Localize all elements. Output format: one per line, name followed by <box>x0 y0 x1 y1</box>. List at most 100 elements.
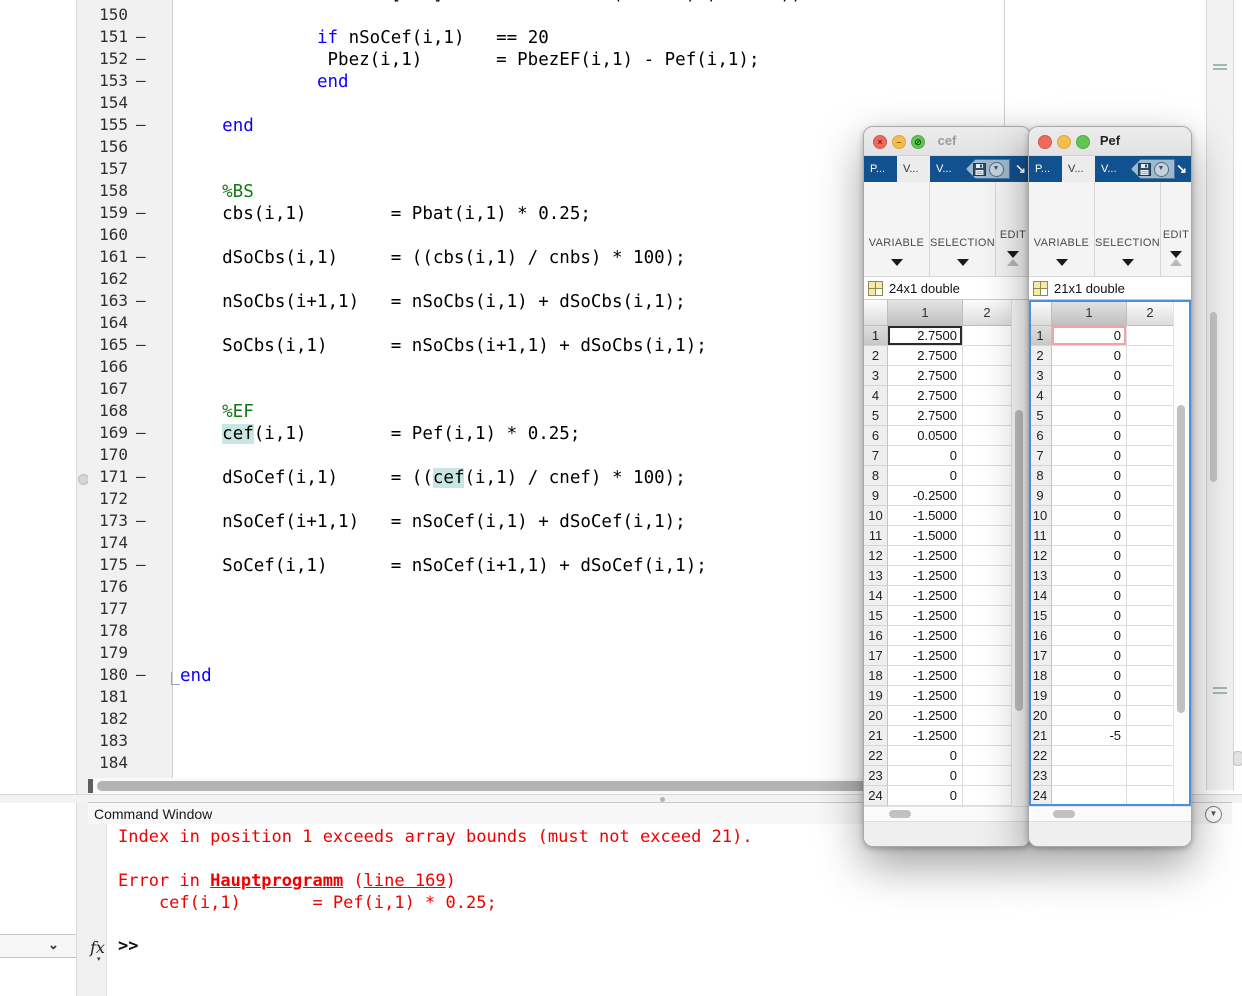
cell[interactable] <box>963 526 1011 546</box>
gutter-line[interactable]: 150 <box>88 5 172 27</box>
cell[interactable]: 2.7500 <box>888 326 963 346</box>
cell[interactable] <box>963 646 1011 666</box>
cell[interactable]: -1.5000 <box>888 526 963 546</box>
tab-variable[interactable]: V... <box>897 156 930 182</box>
cell[interactable] <box>1127 366 1173 386</box>
row-header[interactable]: 24 <box>864 786 888 806</box>
cell[interactable]: 0 <box>1052 586 1127 606</box>
cell[interactable]: 0 <box>1052 326 1127 346</box>
pef-vscrollbar-thumb[interactable] <box>1177 405 1185 713</box>
gutter-line[interactable]: 168 <box>88 401 172 423</box>
gutter-line[interactable]: 157 <box>88 159 172 181</box>
gutter-line[interactable]: 174 <box>88 533 172 555</box>
error-line-link[interactable]: line 169 <box>364 871 446 891</box>
gutter-line[interactable]: 163– <box>88 291 172 313</box>
row-header[interactable]: 11 <box>1029 526 1052 546</box>
cell[interactable]: 0 <box>1052 366 1127 386</box>
cell[interactable]: 0 <box>1052 486 1127 506</box>
row-header[interactable]: 20 <box>1029 706 1052 726</box>
column-header-1[interactable]: 1 <box>888 300 963 326</box>
row-header[interactable]: 23 <box>864 766 888 786</box>
cell[interactable]: -1.2500 <box>888 586 963 606</box>
row-header[interactable]: 24 <box>1029 786 1052 806</box>
cell[interactable] <box>963 386 1011 406</box>
section-dropdown-icon[interactable] <box>891 259 903 266</box>
row-header[interactable]: 9 <box>864 486 888 506</box>
cell[interactable] <box>1127 346 1173 366</box>
cell[interactable]: 0 <box>1052 686 1127 706</box>
collapsed-panel-bar[interactable]: ⌄ <box>0 934 76 958</box>
hscrollbar-thumb[interactable] <box>97 781 992 791</box>
cell[interactable]: -1.2500 <box>888 666 963 686</box>
row-header[interactable]: 3 <box>1029 366 1052 386</box>
cell[interactable] <box>1127 386 1173 406</box>
cell[interactable] <box>1127 646 1173 666</box>
row-header[interactable]: 2 <box>864 346 888 366</box>
cell[interactable] <box>963 726 1011 746</box>
cell[interactable]: -1.5000 <box>888 506 963 526</box>
cell[interactable]: -1.2500 <box>888 646 963 666</box>
gutter-line[interactable]: 156 <box>88 137 172 159</box>
row-header[interactable]: 13 <box>864 566 888 586</box>
chevron-down-icon[interactable]: ⌄ <box>48 937 59 953</box>
right-scrollbar-thumb[interactable] <box>1210 312 1217 482</box>
cell[interactable] <box>963 506 1011 526</box>
gutter-line[interactable]: 162 <box>88 269 172 291</box>
cell[interactable]: 0 <box>1052 426 1127 446</box>
cell[interactable] <box>963 446 1011 466</box>
row-header[interactable]: 3 <box>864 366 888 386</box>
section-collapse-icon[interactable] <box>1007 259 1019 266</box>
pef-vscrollbar[interactable] <box>1173 300 1192 806</box>
cell[interactable]: 0 <box>888 766 963 786</box>
cell[interactable] <box>1127 626 1173 646</box>
gutter-line[interactable]: 169– <box>88 423 172 445</box>
cell[interactable] <box>1052 786 1127 806</box>
row-header[interactable]: 10 <box>864 506 888 526</box>
gutter-line[interactable]: 164 <box>88 313 172 335</box>
cell[interactable]: 0 <box>1052 386 1127 406</box>
cell[interactable] <box>963 346 1011 366</box>
pef-table[interactable]: 1 2 102030405060708090100110120130140150… <box>1029 300 1191 806</box>
gutter-line[interactable]: 170 <box>88 445 172 467</box>
row-header[interactable]: 15 <box>864 606 888 626</box>
cell[interactable]: -1.2500 <box>888 606 963 626</box>
cef-hscrollbar[interactable] <box>864 806 1030 821</box>
cell[interactable]: -1.2500 <box>888 626 963 646</box>
pef-hscrollbar-thumb[interactable] <box>1053 810 1075 818</box>
cell[interactable]: -1.2500 <box>888 726 963 746</box>
gutter-line[interactable]: 153– <box>88 71 172 93</box>
cell[interactable] <box>1127 586 1173 606</box>
row-header[interactable]: 5 <box>864 406 888 426</box>
dock-icon[interactable]: ↘ <box>1176 161 1187 177</box>
cell[interactable] <box>1127 426 1173 446</box>
tab-view[interactable]: V... <box>930 156 963 182</box>
gutter-line[interactable]: 160 <box>88 225 172 247</box>
gutter-line[interactable]: 154 <box>88 93 172 115</box>
cell[interactable]: -1.2500 <box>888 566 963 586</box>
row-header[interactable]: 1 <box>864 326 888 346</box>
cell[interactable]: 0 <box>1052 346 1127 366</box>
gutter-line[interactable]: 173– <box>88 511 172 533</box>
row-header[interactable]: 16 <box>1029 626 1052 646</box>
gutter-line[interactable]: 166 <box>88 357 172 379</box>
cell[interactable] <box>1127 506 1173 526</box>
pef-titlebar[interactable]: Pef <box>1029 127 1191 156</box>
cell[interactable] <box>963 626 1011 646</box>
code-line[interactable] <box>173 5 1005 27</box>
cell[interactable] <box>1127 686 1173 706</box>
cell[interactable]: 0 <box>1052 466 1127 486</box>
gutter-line[interactable]: 165– <box>88 335 172 357</box>
cell[interactable]: 0 <box>888 466 963 486</box>
cell[interactable]: 0 <box>1052 446 1127 466</box>
row-header[interactable]: 5 <box>1029 406 1052 426</box>
row-header[interactable]: 15 <box>1029 606 1052 626</box>
cell[interactable]: 0 <box>1052 606 1127 626</box>
gutter-line[interactable]: 184 <box>88 753 172 775</box>
column-header-2[interactable]: 2 <box>1127 300 1173 326</box>
gutter-line[interactable]: 177 <box>88 599 172 621</box>
cell[interactable]: 0.0500 <box>888 426 963 446</box>
cell[interactable]: 0 <box>1052 666 1127 686</box>
row-header[interactable]: 14 <box>864 586 888 606</box>
cell[interactable] <box>963 326 1011 346</box>
cell[interactable] <box>1127 406 1173 426</box>
